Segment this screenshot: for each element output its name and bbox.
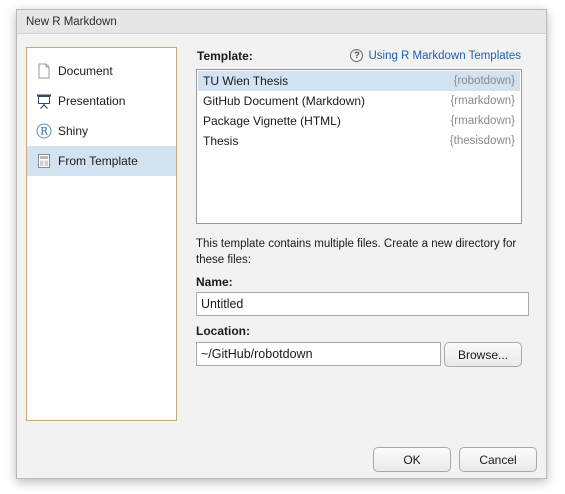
template-row[interactable]: TU Wien Thesis {robotdown} — [198, 71, 520, 91]
template-package: {thesisdown} — [449, 135, 515, 147]
template-name: Package Vignette (HTML) — [203, 114, 341, 128]
template-package: {rmarkdown} — [450, 115, 515, 127]
template-icon — [36, 153, 52, 169]
sidebar: Document Presentation R Shiny From Templ… — [26, 47, 177, 421]
sidebar-item-label: Shiny — [58, 124, 89, 138]
template-row[interactable]: Thesis {thesisdown} — [198, 131, 520, 151]
sidebar-item-label: Presentation — [58, 94, 126, 108]
template-name: Thesis — [203, 134, 239, 148]
help-link-label: Using R Markdown Templates — [368, 49, 521, 62]
template-heading: Template: — [197, 49, 253, 63]
multiple-files-info: This template contains multiple files. C… — [196, 238, 517, 266]
sidebar-item-from-template[interactable]: From Template — [27, 146, 176, 176]
template-row[interactable]: GitHub Document (Markdown) {rmarkdown} — [198, 91, 520, 111]
ok-button[interactable]: OK — [373, 447, 451, 472]
shiny-icon: R — [36, 123, 52, 139]
template-package: {robotdown} — [453, 75, 515, 87]
sidebar-item-label: Document — [58, 64, 113, 78]
help-icon: ? — [350, 49, 364, 62]
dialog-titlebar[interactable]: New R Markdown — [17, 10, 546, 34]
name-input[interactable] — [196, 292, 529, 316]
sidebar-item-presentation[interactable]: Presentation — [27, 86, 176, 116]
location-input[interactable] — [196, 342, 441, 366]
presentation-icon — [36, 93, 52, 109]
location-label: Location: — [196, 324, 250, 338]
new-r-markdown-dialog: New R Markdown Document Presentation R S… — [16, 9, 547, 479]
template-row[interactable]: Package Vignette (HTML) {rmarkdown} — [198, 111, 520, 131]
using-templates-help-link[interactable]: ? Using R Markdown Templates — [350, 49, 521, 62]
template-name: GitHub Document (Markdown) — [203, 94, 366, 108]
sidebar-item-shiny[interactable]: R Shiny — [27, 116, 176, 146]
browse-button[interactable]: Browse... — [444, 342, 522, 367]
template-package: {rmarkdown} — [450, 95, 515, 107]
template-list[interactable]: TU Wien Thesis {robotdown} GitHub Docume… — [196, 69, 522, 224]
name-label: Name: — [196, 275, 233, 289]
document-icon — [36, 63, 52, 79]
svg-text:R: R — [40, 127, 48, 138]
sidebar-item-label: From Template — [58, 154, 138, 168]
template-name: TU Wien Thesis — [203, 74, 289, 88]
sidebar-item-document[interactable]: Document — [27, 56, 176, 86]
cancel-button[interactable]: Cancel — [459, 447, 537, 472]
dialog-title: New R Markdown — [26, 16, 117, 28]
